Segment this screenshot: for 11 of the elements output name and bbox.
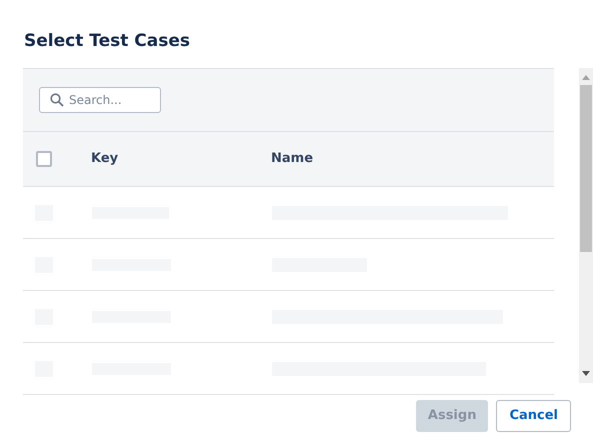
dialog-title: Select Test Cases <box>24 30 190 53</box>
scrollbar-thumb[interactable] <box>580 85 592 252</box>
search-field[interactable]: Search... <box>39 87 161 113</box>
scroll-down-icon[interactable] <box>582 371 590 376</box>
search-icon <box>50 93 64 107</box>
scroll-up-icon[interactable] <box>582 75 590 80</box>
cancel-button[interactable]: Cancel <box>496 400 571 432</box>
column-header: Key <box>91 150 120 168</box>
select-all-checkbox[interactable] <box>36 151 52 167</box>
scrollbar[interactable] <box>579 68 593 383</box>
column-header: Name <box>271 150 314 168</box>
